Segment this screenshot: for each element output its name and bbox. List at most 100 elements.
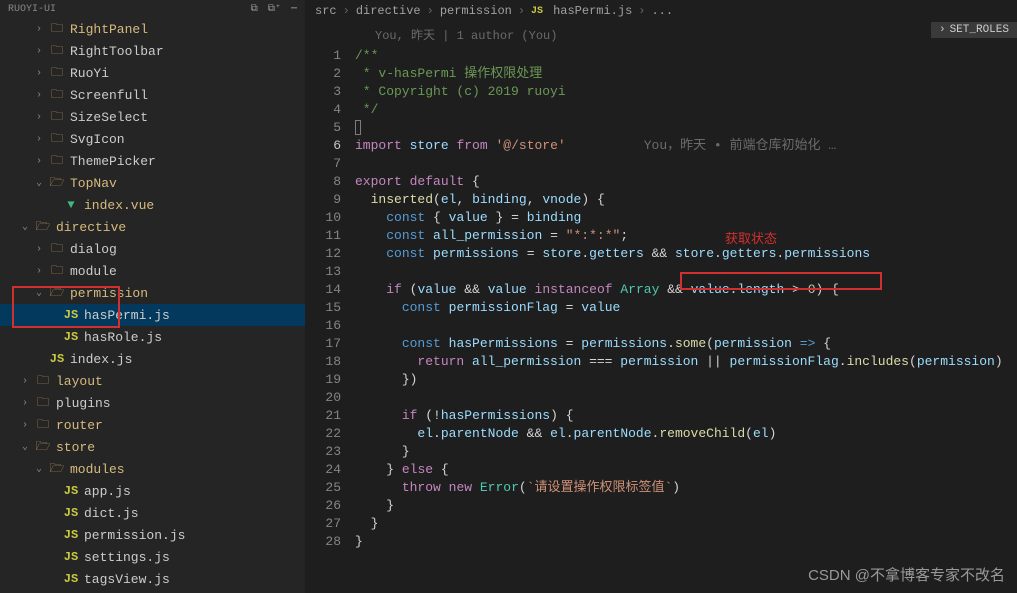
js-icon: JS bbox=[62, 308, 80, 322]
tree-item-label: dict.js bbox=[84, 506, 139, 521]
new-folder-icon[interactable]: ⧉⁺ bbox=[268, 3, 281, 15]
code-line-16[interactable] bbox=[355, 317, 1017, 335]
code-line-1[interactable]: /** bbox=[355, 47, 1017, 65]
code-line-7[interactable] bbox=[355, 155, 1017, 173]
code-line-28[interactable]: } bbox=[355, 533, 1017, 551]
breadcrumb-segment[interactable]: ... bbox=[651, 4, 673, 18]
code-line-25[interactable]: throw new Error(`请设置操作权限标签值`) bbox=[355, 479, 1017, 497]
breadcrumb-separator: › bbox=[638, 4, 645, 18]
code-line-26[interactable]: } bbox=[355, 497, 1017, 515]
tree-item-label: SvgIcon bbox=[70, 132, 125, 147]
code-line-5[interactable] bbox=[355, 119, 1017, 137]
code-line-4[interactable]: */ bbox=[355, 101, 1017, 119]
tree-item-RightToolbar[interactable]: ›🗀RightToolbar bbox=[0, 40, 305, 62]
tree-item-layout[interactable]: ›🗀layout bbox=[0, 370, 305, 392]
js-icon: JS bbox=[62, 550, 80, 564]
breadcrumb-separator: › bbox=[427, 4, 434, 18]
tree-item-label: hasPermi.js bbox=[84, 308, 170, 323]
code-line-14[interactable]: if (value && value instanceof Array && v… bbox=[355, 281, 1017, 299]
tree-item-label: store bbox=[56, 440, 95, 455]
editor-pane: src›directive›permission›JShasPermi.js›.… bbox=[305, 0, 1017, 593]
code-line-10[interactable]: const { value } = binding bbox=[355, 209, 1017, 227]
folder-icon: 🗀 bbox=[48, 85, 66, 106]
minimap-region-tag[interactable]: › SET_ROLES bbox=[931, 22, 1017, 38]
code-line-17[interactable]: const hasPermissions = permissions.some(… bbox=[355, 335, 1017, 353]
code-content[interactable]: /** * v-hasPermi 操作权限处理 * Copyright (c) … bbox=[355, 47, 1017, 593]
tree-item-app-js[interactable]: JSapp.js bbox=[0, 480, 305, 502]
tree-item-settings-js[interactable]: JSsettings.js bbox=[0, 546, 305, 568]
breadcrumb[interactable]: src›directive›permission›JShasPermi.js›.… bbox=[305, 0, 1017, 22]
tree-item-SvgIcon[interactable]: ›🗀SvgIcon bbox=[0, 128, 305, 150]
code-line-6[interactable]: import store from '@/store' You，昨天 • 前端仓… bbox=[355, 137, 1017, 155]
more-icon[interactable]: ⋯ bbox=[291, 3, 297, 15]
project-title: RUOYI-UI bbox=[8, 4, 56, 15]
code-line-19[interactable]: }) bbox=[355, 371, 1017, 389]
tree-item-dialog[interactable]: ›🗀dialog bbox=[0, 238, 305, 260]
tree-item-ThemePicker[interactable]: ›🗀ThemePicker bbox=[0, 150, 305, 172]
tree-item-permission[interactable]: ⌄🗁permission bbox=[0, 282, 305, 304]
tree-item-permission-js[interactable]: JSpermission.js bbox=[0, 524, 305, 546]
code-line-22[interactable]: el.parentNode && el.parentNode.removeChi… bbox=[355, 425, 1017, 443]
folder-icon: 🗀 bbox=[48, 41, 66, 62]
breadcrumb-segment[interactable]: permission bbox=[440, 4, 512, 18]
tree-item-plugins[interactable]: ›🗀plugins bbox=[0, 392, 305, 414]
breadcrumb-separator: › bbox=[343, 4, 350, 18]
breadcrumb-segment[interactable]: directive bbox=[356, 4, 421, 18]
code-line-15[interactable]: const permissionFlag = value bbox=[355, 299, 1017, 317]
tree-item-module[interactable]: ›🗀module bbox=[0, 260, 305, 282]
folder-open-icon: 🗁 bbox=[48, 459, 66, 480]
tree-item-modules[interactable]: ⌄🗁modules bbox=[0, 458, 305, 480]
js-icon: JS bbox=[62, 572, 80, 586]
tree-item-index-js[interactable]: JSindex.js bbox=[0, 348, 305, 370]
folder-icon: 🗀 bbox=[34, 371, 52, 392]
tree-item-hasPermi-js[interactable]: JS hasPermi.js bbox=[0, 304, 305, 326]
annotation-label: 获取状态 bbox=[725, 228, 777, 247]
tree-item-label: Screenfull bbox=[70, 88, 148, 103]
tree-item-label: permission.js bbox=[84, 528, 185, 543]
folder-icon: 🗀 bbox=[48, 239, 66, 260]
breadcrumb-separator: › bbox=[518, 4, 525, 18]
tree-item-directive[interactable]: ⌄🗁directive bbox=[0, 216, 305, 238]
code-line-11[interactable]: const all_permission = "*:*:*"; bbox=[355, 227, 1017, 245]
file-tree[interactable]: ›🗀RightPanel›🗀RightToolbar›🗀RuoYi›🗀Scree… bbox=[0, 18, 305, 593]
js-icon: JS bbox=[62, 506, 80, 520]
folder-icon: 🗀 bbox=[48, 151, 66, 172]
code-area[interactable]: 1234567891011121314151617181920212223242… bbox=[305, 47, 1017, 593]
tree-item-label: ThemePicker bbox=[70, 154, 156, 169]
code-line-3[interactable]: * Copyright (c) 2019 ruoyi bbox=[355, 83, 1017, 101]
tree-item-tagsView-js[interactable]: JS tagsView.js bbox=[0, 568, 305, 590]
tree-item-label: tagsView.js bbox=[84, 572, 170, 587]
code-line-12[interactable]: const permissions = store.getters && sto… bbox=[355, 245, 1017, 263]
tree-item-SizeSelect[interactable]: ›🗀SizeSelect bbox=[0, 106, 305, 128]
folder-icon: 🗀 bbox=[34, 393, 52, 414]
breadcrumb-segment[interactable]: src bbox=[315, 4, 337, 18]
watermark: CSDN @不拿博客专家不改名 bbox=[808, 564, 1005, 585]
tree-item-router[interactable]: ›🗀router bbox=[0, 414, 305, 436]
tree-item-hasRole-js[interactable]: JShasRole.js bbox=[0, 326, 305, 348]
breadcrumb-segment[interactable]: hasPermi.js bbox=[553, 4, 632, 18]
code-line-2[interactable]: * v-hasPermi 操作权限处理 bbox=[355, 65, 1017, 83]
tree-item-dict-js[interactable]: JS dict.js bbox=[0, 502, 305, 524]
code-line-27[interactable]: } bbox=[355, 515, 1017, 533]
tree-item-label: plugins bbox=[56, 396, 111, 411]
explorer-actions: ⧉ ⧉⁺ ⋯ bbox=[251, 3, 297, 15]
code-line-13[interactable] bbox=[355, 263, 1017, 281]
new-file-icon[interactable]: ⧉ bbox=[251, 3, 258, 15]
tree-item-RuoYi[interactable]: ›🗀RuoYi bbox=[0, 62, 305, 84]
tree-item-TopNav[interactable]: ⌄🗁TopNav bbox=[0, 172, 305, 194]
code-line-24[interactable]: } else { bbox=[355, 461, 1017, 479]
tree-item-index-vue[interactable]: ▼index.vue bbox=[0, 194, 305, 216]
tree-item-RightPanel[interactable]: ›🗀RightPanel bbox=[0, 18, 305, 40]
code-line-8[interactable]: export default { bbox=[355, 173, 1017, 191]
code-line-9[interactable]: inserted(el, binding, vnode) { bbox=[355, 191, 1017, 209]
code-line-21[interactable]: if (!hasPermissions) { bbox=[355, 407, 1017, 425]
tree-item-store[interactable]: ⌄🗁store bbox=[0, 436, 305, 458]
folder-icon: 🗀 bbox=[48, 261, 66, 282]
code-line-18[interactable]: return all_permission === permission || … bbox=[355, 353, 1017, 371]
vue-icon: ▼ bbox=[62, 198, 80, 212]
code-line-20[interactable] bbox=[355, 389, 1017, 407]
folder-icon: 🗀 bbox=[48, 63, 66, 84]
tree-item-Screenfull[interactable]: ›🗀Screenfull bbox=[0, 84, 305, 106]
code-line-23[interactable]: } bbox=[355, 443, 1017, 461]
tree-item-label: RightPanel bbox=[70, 22, 148, 37]
